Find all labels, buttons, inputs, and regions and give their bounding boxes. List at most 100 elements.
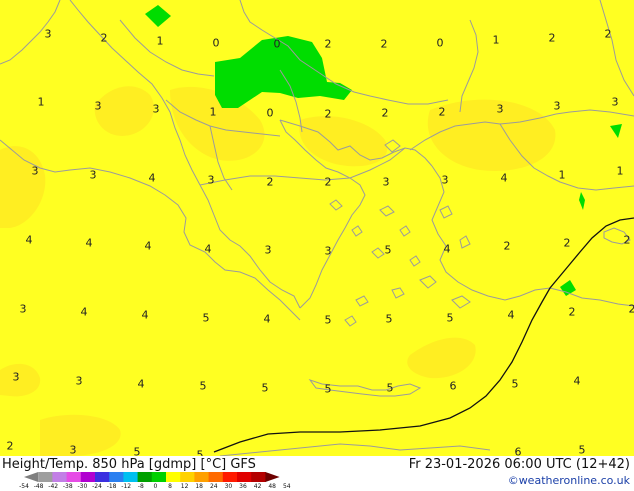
temperature-label: 1: [157, 36, 164, 47]
temperature-label: 2: [7, 441, 14, 452]
temperature-label: 2: [624, 235, 631, 246]
warm-patch-aegean: [299, 116, 387, 166]
color-scale-segment: [67, 472, 82, 482]
temperature-label: 1: [493, 35, 500, 46]
temperature-label: 3: [70, 445, 77, 456]
color-scale-tick-label: 0: [153, 483, 157, 490]
temperature-label: 2: [382, 108, 389, 119]
temperature-label: 4: [444, 244, 451, 255]
map-footer: Height/Temp. 850 hPa [gdmp] [°C] GFS Fr …: [0, 456, 634, 490]
temperature-label: 5: [262, 383, 269, 394]
temperature-label: 5: [447, 313, 454, 324]
temperature-label: 3: [45, 29, 52, 40]
temperature-label: 1: [210, 107, 217, 118]
temperature-label: 2: [549, 33, 556, 44]
color-scale-segment: [237, 472, 252, 482]
color-scale-tick-label: 18: [195, 483, 203, 490]
color-scale-tick-label: 12: [181, 483, 189, 490]
temperature-label: 2: [504, 241, 511, 252]
valid-time: Fr 23-01-2026 06:00 UTC (12+42): [409, 457, 630, 472]
cold-patch-anatolia-2: [560, 280, 576, 296]
temperature-label: 2: [381, 39, 388, 50]
color-scale-tick-label: -12: [121, 483, 131, 490]
temperature-label: 1: [38, 97, 45, 108]
temperature-label: 2: [564, 238, 571, 249]
warm-patch-southwest: [0, 364, 40, 396]
temperature-label: 3: [612, 97, 619, 108]
temperature-label: 2: [325, 109, 332, 120]
temperature-label: 5: [385, 245, 392, 256]
color-scale-tick-label: 30: [225, 483, 233, 490]
color-scale-segment: [123, 472, 138, 482]
color-scale-tick-label: -24: [92, 483, 102, 490]
temperature-label: 5: [387, 383, 394, 394]
color-scale-bar: [24, 472, 296, 482]
temperature-label: 4: [501, 173, 508, 184]
island-11: [440, 206, 452, 218]
temperature-label: 4: [508, 310, 515, 321]
temperature-label: 3: [90, 170, 97, 181]
temperature-label: 5: [325, 315, 332, 326]
temperature-label: 4: [145, 241, 152, 252]
color-scale-segment: [95, 472, 110, 482]
color-scale-segment: [251, 472, 266, 482]
temperature-label: 6: [515, 447, 522, 457]
color-scale-segment: [166, 472, 181, 482]
temperature-label: 5: [579, 445, 586, 456]
temperature-label: 3: [32, 166, 39, 177]
temperature-label: 2: [267, 177, 274, 188]
temperature-label: 0: [267, 108, 274, 119]
cold-patch-bosnia: [145, 5, 171, 27]
temperature-label: 2: [629, 304, 634, 315]
color-scale-tick-label: -42: [48, 483, 58, 490]
anatolia-inner-2: [556, 110, 634, 116]
color-scale-tick-label: -48: [34, 483, 44, 490]
island-7: [392, 288, 404, 298]
color-scale-segment: [152, 472, 167, 482]
temperature-label: 3: [95, 101, 102, 112]
warm-patch-libya: [407, 338, 475, 379]
warm-temperature-patches: [0, 86, 555, 456]
color-scale-segment: [109, 472, 124, 482]
island-2: [380, 206, 394, 216]
color-scale-segment: [38, 472, 53, 482]
adriatic-coast: [0, 140, 300, 320]
temperature-label: 5: [386, 314, 393, 325]
credit-link[interactable]: ©weatheronline.co.uk: [508, 474, 630, 487]
temperature-label: 6: [450, 381, 457, 392]
color-scale-tick-label: -54: [19, 483, 29, 490]
island-5: [410, 256, 420, 266]
libya-coast: [220, 444, 490, 456]
island-14: [345, 316, 356, 326]
color-scale-tick-label: -30: [77, 483, 87, 490]
island-10: [330, 200, 342, 210]
map-layers: [0, 0, 634, 456]
island-8: [356, 296, 368, 306]
color-scale-segment: [24, 472, 38, 482]
temperature-label: 4: [81, 307, 88, 318]
temperature-contour-line: [214, 218, 634, 452]
warm-patch-adriatic: [95, 86, 154, 136]
temperature-label: 2: [439, 107, 446, 118]
color-scale-segment: [81, 472, 96, 482]
color-scale-segment: [265, 472, 279, 482]
temperature-label: 3: [325, 246, 332, 257]
cold-patch-east: [610, 124, 622, 138]
temperature-label: 3: [13, 372, 20, 383]
east-border: [600, 0, 634, 96]
color-scale-tick-label: 24: [210, 483, 218, 490]
island-9: [452, 296, 470, 308]
temperature-label: 1: [559, 170, 566, 181]
temperature-label: 2: [569, 307, 576, 318]
temperature-label: 4: [574, 376, 581, 387]
temperature-label: 3: [208, 175, 215, 186]
black-sea-coast: [460, 20, 478, 112]
temperature-label: 5: [325, 384, 332, 395]
temperature-label: 0: [437, 38, 444, 49]
map-title: Height/Temp. 850 hPa [gdmp] [°C] GFS: [2, 457, 256, 472]
temperature-label: 3: [265, 245, 272, 256]
temperature-label: 0: [213, 38, 220, 49]
weather-map: 3210022012213310222333334322334114444335…: [0, 0, 634, 456]
temperature-label: 4: [142, 310, 149, 321]
temperature-label: 3: [442, 175, 449, 186]
